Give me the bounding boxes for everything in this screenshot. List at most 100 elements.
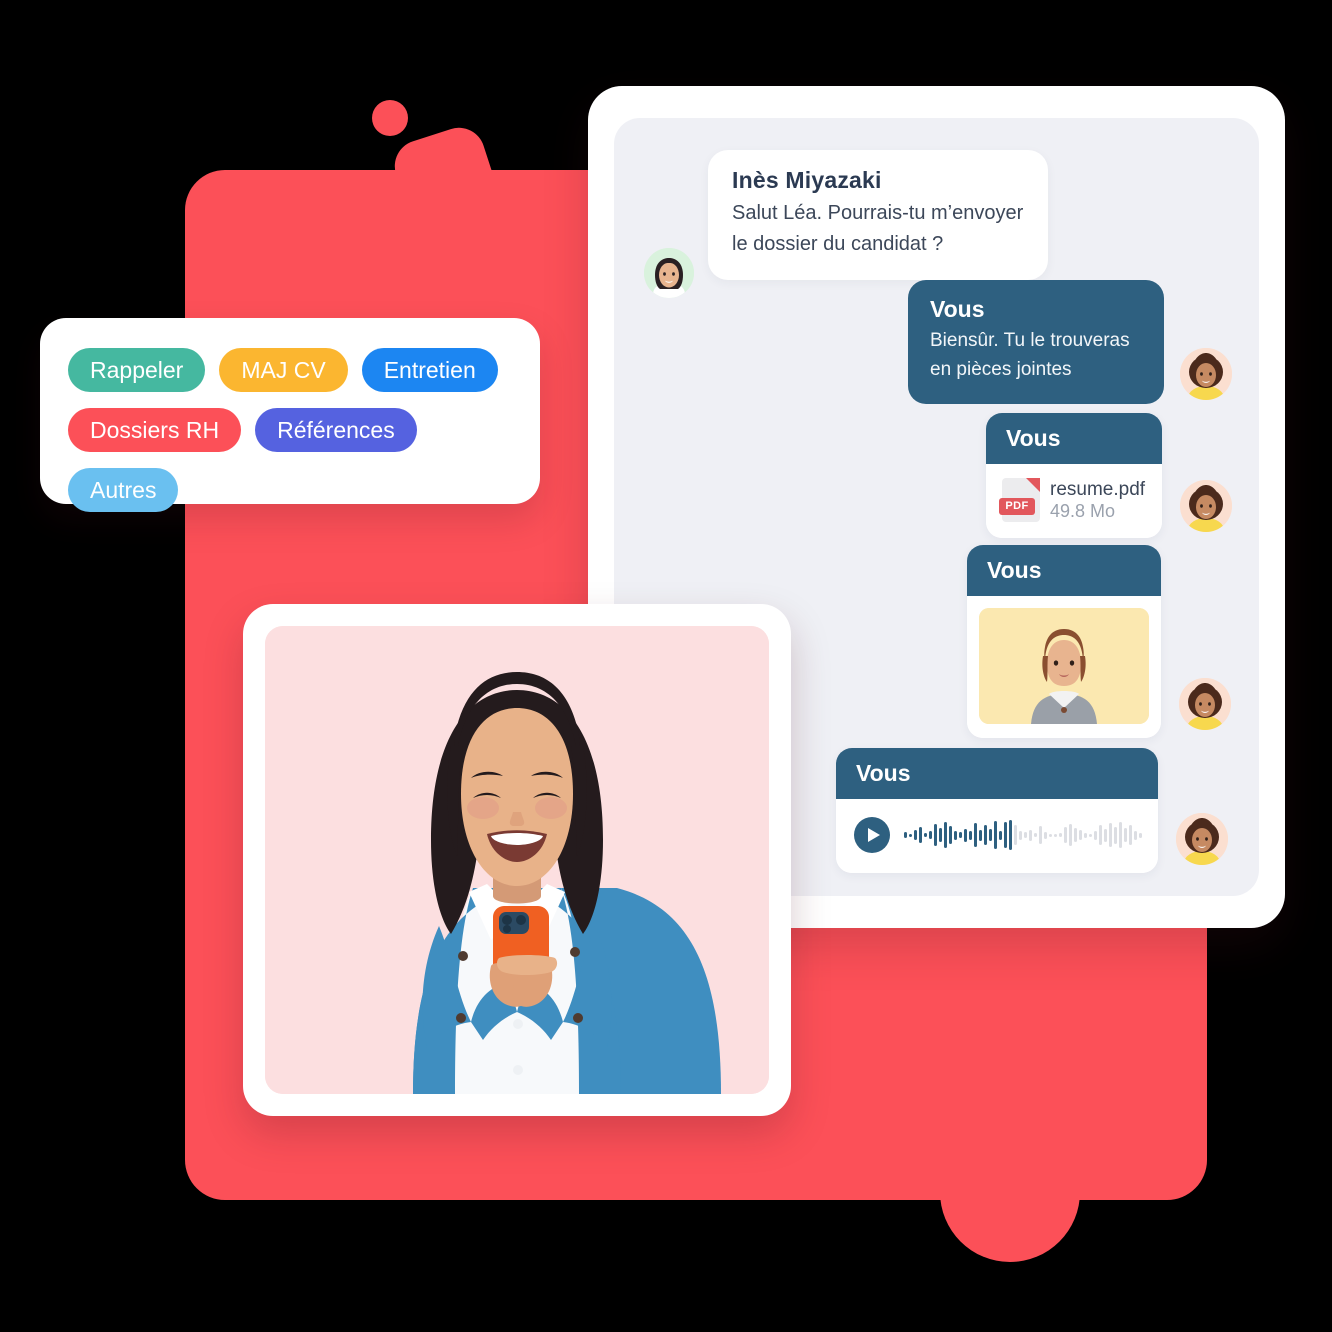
attachment-header: Vous: [986, 413, 1162, 464]
waveform-bar-unplayed: [1119, 822, 1122, 848]
waveform-bar-unplayed: [1039, 826, 1042, 844]
waveform-bar-played: [999, 830, 1002, 840]
tag-chip-rappeler[interactable]: Rappeler: [68, 348, 206, 392]
avatar-ines: [644, 248, 694, 298]
waveform-bar-played: [914, 830, 917, 840]
tag-chips-card[interactable]: Rappeler MAJ CV Entretien Dossiers RH Référe…: [40, 318, 540, 512]
waveform-bar-played: [904, 832, 907, 838]
pdf-icon: PDF: [999, 478, 1040, 522]
message-bubble-incoming[interactable]: Inès Miyazaki Salut Léa. Pourrais-tu m’e…: [708, 150, 1048, 280]
tag-chip-dossiers-rh[interactable]: Dossiers RH: [68, 408, 242, 452]
file-meta: resume.pdf 49.8 Mo: [1050, 479, 1145, 522]
waveform-bar-unplayed: [1029, 829, 1032, 841]
waveform-bar-played: [934, 824, 937, 846]
file-name: resume.pdf: [1050, 478, 1146, 500]
waveform-bar-unplayed: [1089, 833, 1092, 837]
image-thumbnail[interactable]: [979, 608, 1149, 724]
message-outgoing-image[interactable]: Vous: [967, 545, 1231, 738]
tag-chip-entretien[interactable]: Entretien: [361, 348, 498, 392]
message-bubble-outgoing[interactable]: Vous Biensûr. Tu le trouveras en pièces …: [908, 280, 1164, 404]
waveform-bar-played: [954, 830, 957, 840]
message-text: Biensûr. Tu le trouveras en pièces joint…: [930, 330, 1130, 380]
waveform-bar-unplayed: [1139, 832, 1142, 838]
waveform-bar-unplayed: [1034, 833, 1037, 837]
woman-with-phone-photo: [265, 626, 769, 1094]
candidate-photo: [979, 608, 1149, 724]
message-outgoing-file[interactable]: Vous PDF resume.pdf 49.8 Mo: [986, 413, 1232, 538]
avatar-vous-portrait: [1176, 813, 1228, 865]
avatar-vous-portrait: [1180, 348, 1232, 400]
waveform-bar-unplayed: [1124, 828, 1127, 842]
photo-card: [243, 604, 791, 1116]
waveform-bar-played: [1004, 822, 1007, 848]
avatar-vous-portrait: [1179, 678, 1231, 730]
waveform-bar-unplayed: [1104, 828, 1107, 842]
message-outgoing-voice[interactable]: Vous: [836, 748, 1228, 873]
tag-chip-r-f-rences[interactable]: Références: [255, 408, 417, 452]
message-sender: Vous: [856, 760, 911, 786]
decor-red-tail: [940, 1090, 1080, 1262]
voice-attachment-body[interactable]: [836, 799, 1158, 873]
decor-red-dot: [372, 100, 408, 136]
photo-frame: [265, 626, 769, 1094]
waveform-bar-unplayed: [1109, 823, 1112, 847]
message-outgoing-text[interactable]: Vous Biensûr. Tu le trouveras en pièces …: [908, 280, 1232, 404]
avatar-vous-portrait: [1180, 480, 1232, 532]
attachment-header: Vous: [967, 545, 1161, 596]
waveform-bar-unplayed: [1079, 830, 1082, 840]
waveform-bar-played: [969, 830, 972, 840]
waveform-bar-unplayed: [1099, 825, 1102, 845]
message-text: Salut Léa. Pourrais-tu m’envoyer le doss…: [732, 202, 1024, 255]
waveform-bar-unplayed: [1059, 833, 1062, 837]
waveform-bar-played: [929, 831, 932, 839]
waveform-bar-unplayed: [1069, 824, 1072, 846]
waveform-bar-played: [949, 826, 952, 844]
message-sender: Vous: [1006, 425, 1061, 451]
message-incoming[interactable]: Inès Miyazaki Salut Léa. Pourrais-tu m’e…: [644, 150, 1048, 298]
audio-waveform[interactable]: [904, 818, 1142, 852]
voice-attachment-card[interactable]: Vous: [836, 748, 1158, 873]
avatar-ines-portrait: [644, 248, 694, 298]
waveform-bar-played: [984, 825, 987, 845]
file-attachment-body[interactable]: PDF resume.pdf 49.8 Mo: [986, 464, 1162, 538]
waveform-bar-played: [974, 823, 977, 847]
waveform-bar-unplayed: [1049, 833, 1052, 837]
waveform-bar-played: [989, 829, 992, 841]
waveform-bar-played: [919, 827, 922, 843]
waveform-bar-played: [924, 833, 927, 837]
waveform-bar-unplayed: [1134, 830, 1137, 840]
image-attachment-body[interactable]: [967, 596, 1161, 738]
image-attachment-card[interactable]: Vous: [967, 545, 1161, 738]
waveform-bar-unplayed: [1094, 830, 1097, 840]
pdf-badge-label: PDF: [999, 498, 1035, 515]
waveform-bar-unplayed: [1114, 826, 1117, 844]
waveform-bar-played: [909, 833, 912, 837]
illustration-stage: Inès Miyazaki Salut Léa. Pourrais-tu m’e…: [0, 0, 1332, 1332]
message-sender: Vous: [987, 557, 1042, 583]
waveform-bar-unplayed: [1074, 828, 1077, 842]
avatar-vous: [1180, 348, 1232, 400]
tag-chip-autres[interactable]: Autres: [68, 468, 179, 512]
file-attachment-card[interactable]: Vous PDF resume.pdf 49.8 Mo: [986, 413, 1162, 538]
waveform-bar-unplayed: [1129, 825, 1132, 845]
file-size: 49.8 Mo: [1050, 500, 1116, 521]
play-icon[interactable]: [854, 817, 890, 853]
waveform-bar-unplayed: [1019, 830, 1022, 840]
avatar-vous: [1176, 813, 1228, 865]
waveform-bar-played: [944, 822, 947, 848]
avatar-vous: [1180, 480, 1232, 532]
waveform-bar-played: [1009, 820, 1012, 850]
attachment-header: Vous: [836, 748, 1158, 799]
waveform-bar-unplayed: [1024, 832, 1027, 838]
waveform-bar-unplayed: [1064, 827, 1067, 843]
waveform-bar-played: [994, 821, 997, 849]
message-sender: Vous: [930, 296, 985, 322]
waveform-bar-unplayed: [1014, 825, 1017, 845]
avatar-vous: [1179, 678, 1231, 730]
waveform-bar-unplayed: [1084, 832, 1087, 838]
message-sender: Inès Miyazaki: [732, 167, 882, 193]
tag-chip-maj-cv[interactable]: MAJ CV: [219, 348, 348, 392]
waveform-bar-played: [959, 832, 962, 838]
waveform-bar-unplayed: [1044, 831, 1047, 839]
waveform-bar-played: [939, 828, 942, 842]
